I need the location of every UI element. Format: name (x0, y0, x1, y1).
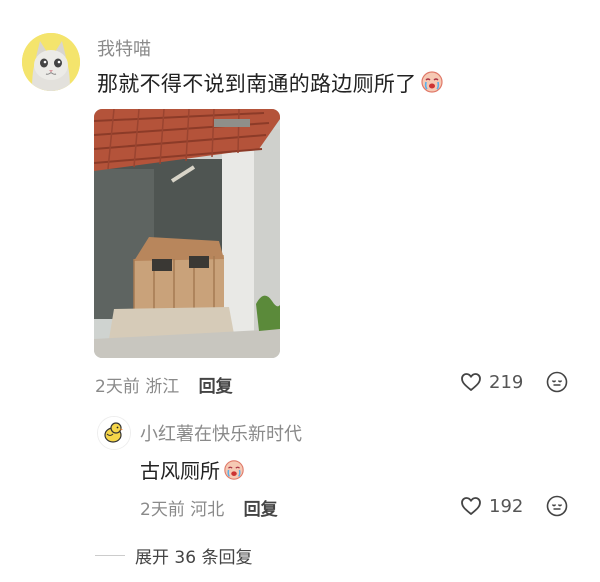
comment-reply-button[interactable]: 回复 (199, 377, 233, 397)
reply-username[interactable]: 小红薯在快乐新时代 (140, 420, 302, 446)
reply-more-button[interactable] (545, 494, 569, 522)
heart-icon (461, 497, 481, 515)
chick-avatar-image (98, 417, 130, 449)
comment-meta: 2天前 浙江 回复 (95, 372, 233, 397)
comment-more-button[interactable] (545, 370, 569, 398)
comment-time-location: 2天前 浙江 (95, 377, 180, 397)
reply-body: 古风厕所 (140, 459, 220, 483)
reply-like-button[interactable]: 192 (459, 494, 523, 518)
avatar[interactable] (22, 33, 80, 91)
comment-text: 那就不得不说到南通的路边厕所了 (97, 68, 444, 99)
expand-replies-button[interactable]: 展开 36 条回复 (95, 543, 252, 568)
reply-meta: 2天前 河北 回复 (140, 495, 278, 520)
comment-like-button[interactable]: 219 (459, 370, 523, 394)
reply-reply-button[interactable]: 回复 (244, 500, 278, 520)
crying-face-emoji-icon (223, 459, 245, 486)
reply-avatar[interactable] (97, 416, 131, 450)
reply-time-location: 2天前 河北 (140, 500, 225, 520)
roadside-toilet-image (94, 109, 280, 358)
heart-icon (461, 373, 481, 391)
comment-body: 那就不得不说到南通的路边厕所了 (97, 72, 417, 96)
ellipsis-bubble-icon (546, 371, 568, 393)
comment-like-count: 219 (489, 371, 524, 393)
comment-username[interactable]: 我特喵 (97, 35, 151, 61)
cat-avatar-image (22, 33, 80, 91)
comment-photo[interactable] (94, 109, 280, 358)
expand-replies-label: 展开 36 条回复 (135, 548, 253, 568)
reply-text: 古风厕所 (140, 455, 245, 486)
divider-line (95, 555, 125, 556)
crying-face-emoji-icon (420, 70, 444, 99)
ellipsis-bubble-icon (546, 495, 568, 517)
reply-like-count: 192 (489, 495, 524, 517)
